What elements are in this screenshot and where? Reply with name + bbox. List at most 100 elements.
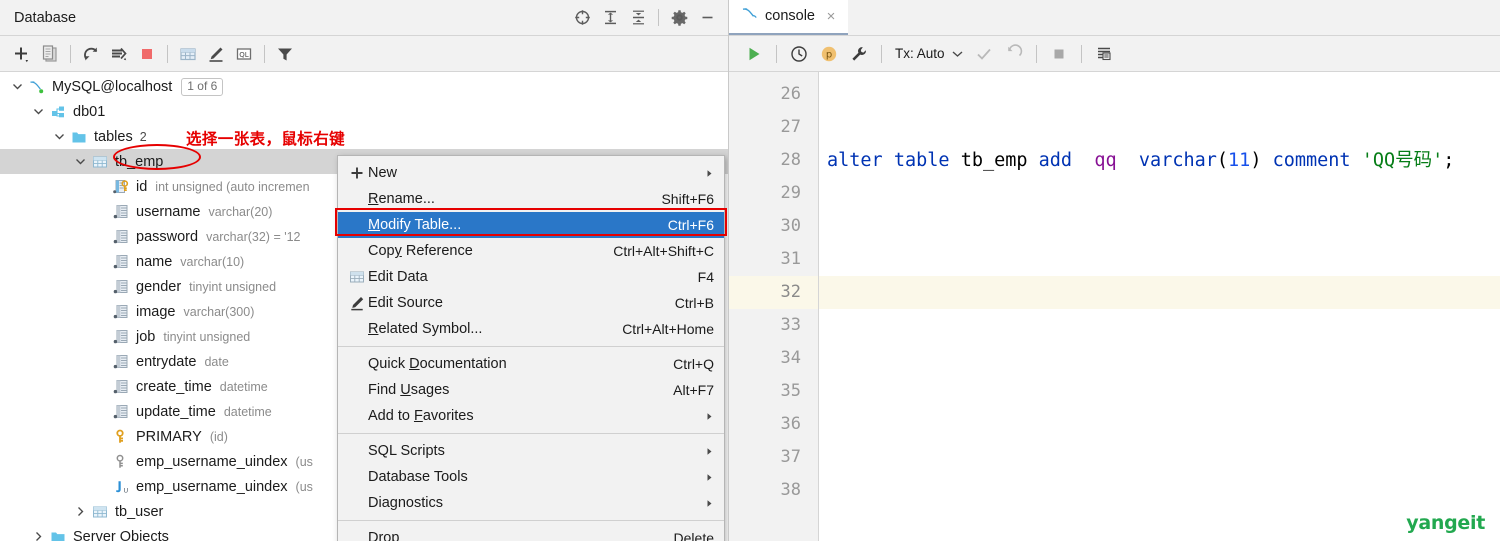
context-menu[interactable]: New Rename... Shift+F6 Modify Table... Ctrl+… xyxy=(337,155,725,541)
tx-mode-select[interactable]: Tx: Auto xyxy=(889,42,969,66)
database-header-icon-group xyxy=(569,5,720,31)
chevron-right-icon xyxy=(704,447,714,456)
locate-icon[interactable] xyxy=(569,5,595,31)
menu-item-copy-reference[interactable]: Copy Reference Ctrl+Alt+Shift+C xyxy=(338,238,724,264)
menu-item-database-tools[interactable]: Database Tools xyxy=(338,464,724,490)
code-line[interactable] xyxy=(819,375,1500,408)
wrench-icon[interactable] xyxy=(844,40,874,68)
code-line[interactable] xyxy=(819,474,1500,507)
menu-item-sql-scripts[interactable]: SQL Scripts xyxy=(338,438,724,464)
code-area[interactable]: alter table tb_emp add qq varchar(11) co… xyxy=(819,72,1500,541)
stop-icon[interactable] xyxy=(133,40,161,68)
menu-item-drop[interactable]: Drop Delete xyxy=(338,525,724,541)
code-line[interactable] xyxy=(819,210,1500,243)
editor-tabstrip: console × xyxy=(729,0,1500,36)
menu-item-label: Edit Source xyxy=(368,295,443,311)
sync-schema-icon[interactable] xyxy=(105,40,133,68)
settings-gear-icon[interactable] xyxy=(666,5,692,31)
menu-item-rename[interactable]: Rename... Shift+F6 xyxy=(338,186,724,212)
code-line[interactable]: alter table tb_emp add qq varchar(11) co… xyxy=(819,144,1500,177)
chevron-right-icon[interactable] xyxy=(73,504,88,519)
chevron-down-icon xyxy=(952,46,963,61)
chevron-down-icon[interactable] xyxy=(10,79,25,94)
menu-separator xyxy=(338,520,724,521)
chevron-right-icon[interactable] xyxy=(31,529,46,541)
refresh-icon[interactable] xyxy=(77,40,105,68)
code-token-kw: varchar xyxy=(1138,150,1217,171)
menu-item-new[interactable]: New xyxy=(338,160,724,186)
tree-node-db01[interactable]: db01 xyxy=(0,99,728,124)
menu-item-add-to-favorites[interactable]: Add to Favorites xyxy=(338,403,724,429)
rollback-icon[interactable] xyxy=(999,40,1029,68)
query-console-icon[interactable]: QL xyxy=(230,40,258,68)
line-number: 28 xyxy=(780,150,801,170)
folder-icon xyxy=(70,129,88,145)
code-line[interactable] xyxy=(819,441,1500,474)
code-token-kw: alter xyxy=(827,150,883,171)
tree-node-label: tb_user xyxy=(115,503,164,520)
parameters-icon[interactable] xyxy=(1089,40,1119,68)
tree-node-meta: int unsigned (auto incremen xyxy=(155,179,310,194)
code-line[interactable] xyxy=(819,276,1500,309)
menu-item-diagnostics[interactable]: Diagnostics xyxy=(338,490,724,516)
expand-all-icon[interactable] xyxy=(597,5,623,31)
tree-node-label: tb_emp xyxy=(115,153,164,170)
chevron-down-icon[interactable] xyxy=(31,104,46,119)
chevron-right-icon xyxy=(704,412,714,421)
edit-pencil-icon[interactable] xyxy=(202,40,230,68)
code-line[interactable] xyxy=(819,177,1500,210)
tree-node-meta: varchar(300) xyxy=(183,304,255,319)
commit-check-icon[interactable] xyxy=(969,40,999,68)
chevron-right-icon xyxy=(704,499,714,508)
menu-item-quick-documentation[interactable]: Quick Documentation Ctrl+Q xyxy=(338,351,724,377)
table-editor-icon[interactable] xyxy=(174,40,202,68)
menu-item-edit-data[interactable]: Edit Data F4 xyxy=(338,264,724,290)
app-root: Database QL MySQL@localhost 1 of 6 db01 … xyxy=(0,0,1500,541)
code-line[interactable] xyxy=(819,342,1500,375)
add-icon[interactable] xyxy=(8,40,36,68)
sql-editor[interactable]: 26 27 28 29 30 31 32 33 34 35 36 37 38 alter table t… xyxy=(729,72,1500,541)
minimize-icon[interactable] xyxy=(694,5,720,31)
menu-item-related-symbol[interactable]: Related Symbol... Ctrl+Alt+Home xyxy=(338,316,724,342)
chevron-down-icon[interactable] xyxy=(73,154,88,169)
run-icon[interactable] xyxy=(739,40,769,68)
menu-item-label: SQL Scripts xyxy=(368,443,445,459)
code-token-punc xyxy=(1117,150,1139,171)
close-icon[interactable]: × xyxy=(824,9,838,24)
tree-node-meta: datetime xyxy=(223,404,272,419)
code-token-punc: ( xyxy=(1216,150,1229,171)
table-icon xyxy=(91,504,109,520)
tree-node-tables[interactable]: tables 2 xyxy=(0,124,728,149)
schema-icon xyxy=(49,104,67,120)
code-line[interactable] xyxy=(819,243,1500,276)
code-line[interactable] xyxy=(819,408,1500,441)
pencil-icon xyxy=(346,295,368,311)
code-line[interactable] xyxy=(819,309,1500,342)
chevron-right-icon xyxy=(704,473,714,482)
tree-node-meta: tinyint unsigned xyxy=(163,329,251,344)
menu-item-shortcut: Ctrl+Alt+Shift+C xyxy=(613,243,714,259)
stop-square-icon[interactable] xyxy=(1044,40,1074,68)
menu-separator xyxy=(338,433,724,434)
menu-item-edit-source[interactable]: Edit Source Ctrl+B xyxy=(338,290,724,316)
tree-node-label: name xyxy=(136,253,173,270)
menu-item-modify-table[interactable]: Modify Table... Ctrl+F6 xyxy=(338,212,724,238)
menu-item-shortcut: Delete xyxy=(673,530,714,541)
code-line[interactable] xyxy=(819,111,1500,144)
collapse-all-icon[interactable] xyxy=(625,5,651,31)
line-number: 30 xyxy=(780,216,801,236)
history-clock-icon[interactable] xyxy=(784,40,814,68)
duplicate-icon[interactable] xyxy=(36,40,64,68)
tree-node-mysql-localhost[interactable]: MySQL@localhost 1 of 6 xyxy=(0,74,728,99)
watermark: yangeit xyxy=(1406,512,1485,534)
chevron-down-icon[interactable] xyxy=(52,129,67,144)
filter-icon[interactable] xyxy=(271,40,299,68)
tab-console[interactable]: console × xyxy=(729,0,848,35)
code-line[interactable] xyxy=(819,78,1500,111)
profile-badge-icon[interactable]: p xyxy=(814,40,844,68)
menu-item-find-usages[interactable]: Find Usages Alt+F7 xyxy=(338,377,724,403)
